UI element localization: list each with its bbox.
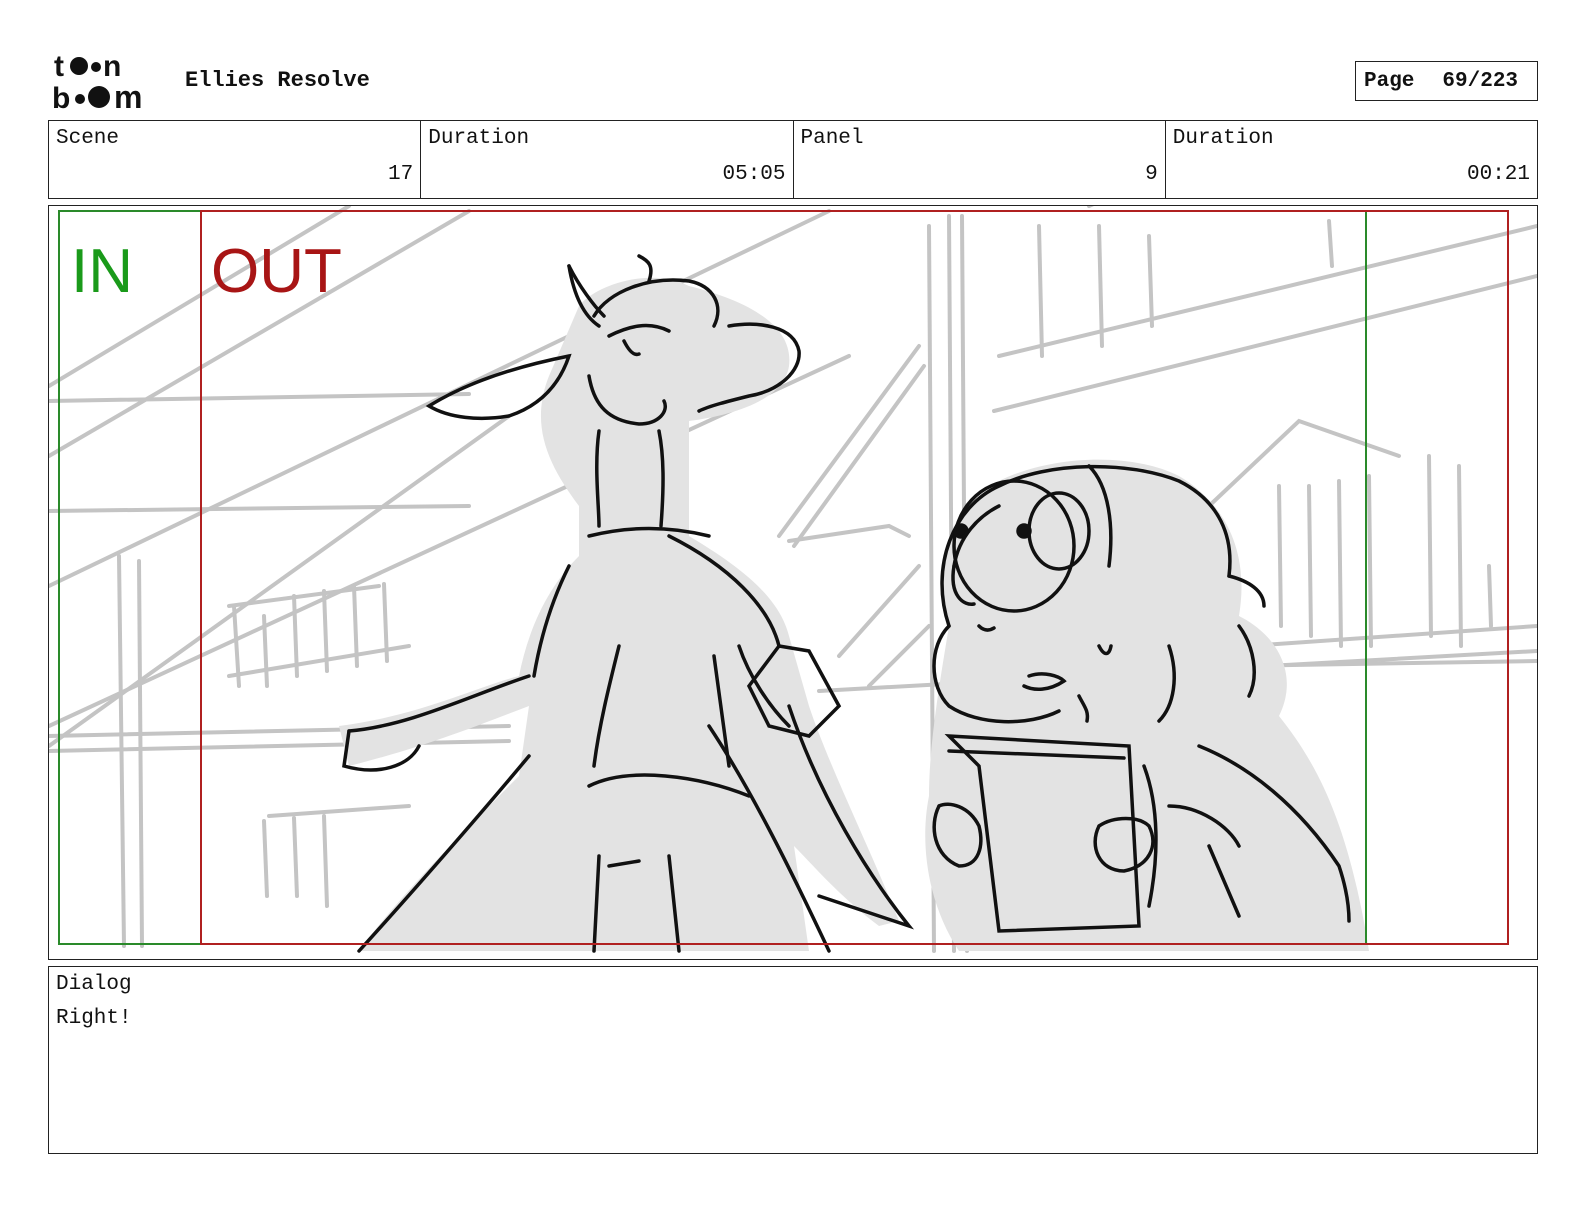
scene-duration-label: Duration: [428, 127, 530, 150]
dialog-text: Right!: [56, 1007, 132, 1030]
character-right: [925, 459, 1369, 951]
scene-duration-value: 05:05: [722, 163, 786, 186]
panel-value: 9: [1145, 163, 1158, 186]
dialog-box: Dialog Right!: [48, 966, 1538, 1154]
panel-cell: Panel 9: [794, 121, 1166, 198]
project-title: Ellies Resolve: [185, 68, 370, 93]
scene-value: 17: [388, 163, 414, 186]
storyboard-panel: IN OUT: [48, 205, 1538, 960]
svg-text:b: b: [52, 82, 70, 112]
panel-sketch: IN OUT: [49, 206, 1537, 953]
page-label: Page: [1364, 69, 1415, 93]
out-marker: OUT: [211, 237, 342, 306]
page-indicator: Page 69/223: [1355, 61, 1538, 101]
scene-cell: Scene 17: [49, 121, 422, 198]
panel-info-row: Scene 17 Duration 05:05 Panel 9 Duration…: [48, 120, 1538, 199]
svg-text:m: m: [114, 79, 142, 112]
character-left: [339, 254, 915, 953]
svg-text:t: t: [54, 50, 64, 83]
toon-boom-logo: t n b m: [52, 50, 164, 115]
scene-label: Scene: [56, 127, 120, 150]
panel-label: Panel: [800, 127, 864, 150]
dialog-label: Dialog: [56, 973, 132, 996]
page-number: 69/223: [1442, 69, 1519, 93]
panel-duration-cell: Duration 00:21: [1166, 121, 1537, 198]
panel-duration-label: Duration: [1172, 127, 1274, 150]
panel-duration-value: 00:21: [1466, 163, 1530, 186]
in-marker: IN: [71, 237, 133, 306]
scene-duration-cell: Duration 05:05: [421, 121, 794, 198]
